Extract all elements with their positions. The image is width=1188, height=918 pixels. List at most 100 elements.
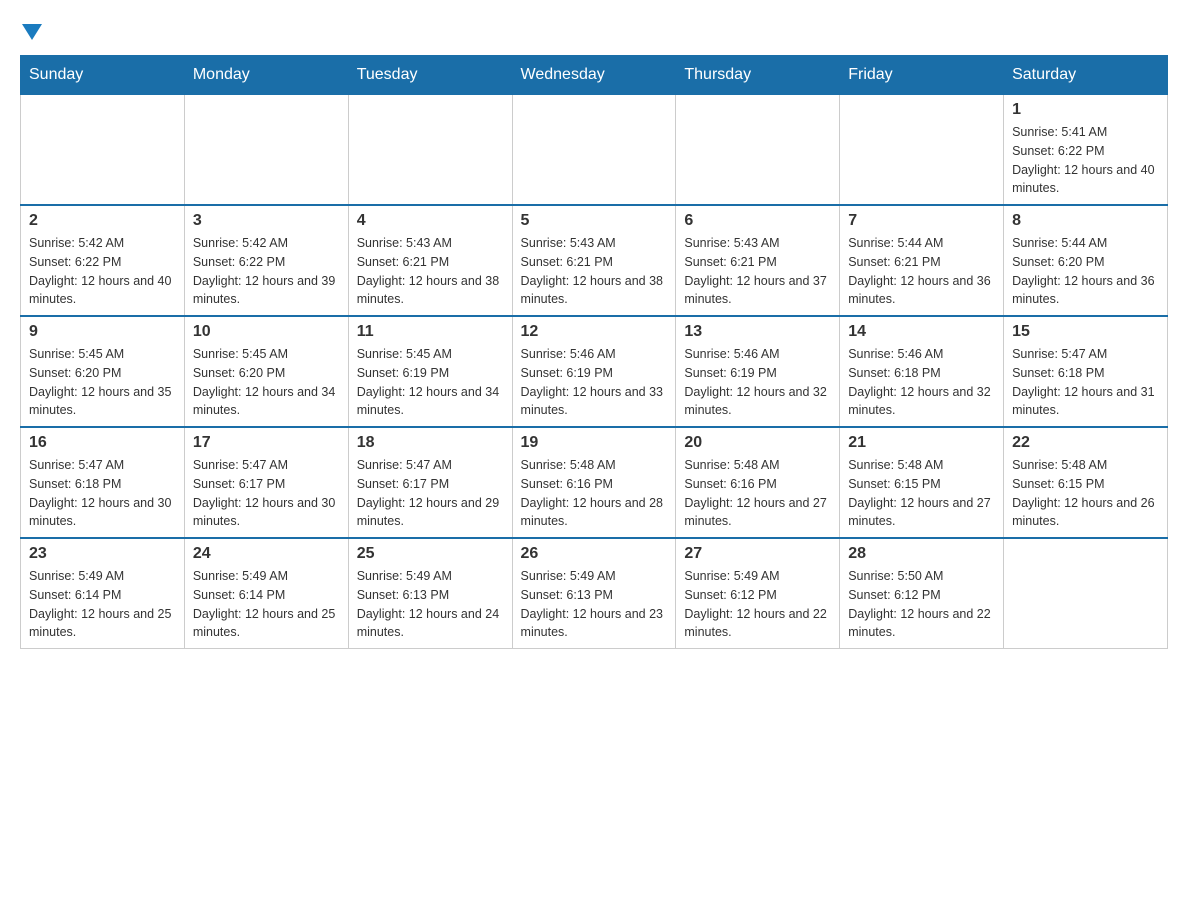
day-info: Sunrise: 5:45 AMSunset: 6:20 PMDaylight:… (193, 345, 340, 420)
day-number: 23 (29, 545, 176, 563)
day-info: Sunrise: 5:47 AMSunset: 6:17 PMDaylight:… (193, 456, 340, 531)
calendar-cell: 10 Sunrise: 5:45 AMSunset: 6:20 PMDayligh… (184, 316, 348, 427)
calendar-cell: 8 Sunrise: 5:44 AMSunset: 6:20 PMDaylight… (1004, 205, 1168, 316)
calendar-cell (676, 95, 840, 206)
day-number: 18 (357, 434, 504, 452)
calendar-cell: 25 Sunrise: 5:49 AMSunset: 6:13 PMDayligh… (348, 538, 512, 649)
day-info: Sunrise: 5:49 AMSunset: 6:13 PMDaylight:… (357, 567, 504, 642)
day-info: Sunrise: 5:49 AMSunset: 6:14 PMDaylight:… (193, 567, 340, 642)
day-number: 1 (1012, 101, 1159, 119)
calendar-cell: 19 Sunrise: 5:48 AMSunset: 6:16 PMDayligh… (512, 427, 676, 538)
day-info: Sunrise: 5:47 AMSunset: 6:18 PMDaylight:… (1012, 345, 1159, 420)
calendar-cell (348, 95, 512, 206)
day-info: Sunrise: 5:47 AMSunset: 6:17 PMDaylight:… (357, 456, 504, 531)
day-number: 24 (193, 545, 340, 563)
weekday-header-tuesday: Tuesday (348, 56, 512, 95)
day-number: 4 (357, 212, 504, 230)
calendar-cell: 27 Sunrise: 5:49 AMSunset: 6:12 PMDayligh… (676, 538, 840, 649)
day-number: 22 (1012, 434, 1159, 452)
calendar-cell: 18 Sunrise: 5:47 AMSunset: 6:17 PMDayligh… (348, 427, 512, 538)
calendar-cell (184, 95, 348, 206)
day-number: 21 (848, 434, 995, 452)
day-number: 11 (357, 323, 504, 341)
day-number: 27 (684, 545, 831, 563)
day-info: Sunrise: 5:48 AMSunset: 6:15 PMDaylight:… (1012, 456, 1159, 531)
day-number: 2 (29, 212, 176, 230)
calendar-cell (1004, 538, 1168, 649)
day-info: Sunrise: 5:49 AMSunset: 6:13 PMDaylight:… (521, 567, 668, 642)
calendar-cell: 3 Sunrise: 5:42 AMSunset: 6:22 PMDaylight… (184, 205, 348, 316)
calendar-cell: 15 Sunrise: 5:47 AMSunset: 6:18 PMDayligh… (1004, 316, 1168, 427)
day-info: Sunrise: 5:46 AMSunset: 6:19 PMDaylight:… (521, 345, 668, 420)
calendar-table: SundayMondayTuesdayWednesdayThursdayFrid… (20, 55, 1168, 649)
calendar-week-row: 1Sunrise: 5:41 AMSunset: 6:22 PMDaylight… (21, 95, 1168, 206)
day-number: 19 (521, 434, 668, 452)
calendar-cell (21, 95, 185, 206)
page-header (20, 20, 1168, 45)
day-number: 14 (848, 323, 995, 341)
day-number: 17 (193, 434, 340, 452)
day-info: Sunrise: 5:42 AMSunset: 6:22 PMDaylight:… (29, 234, 176, 309)
calendar-cell: 4Sunrise: 5:43 AMSunset: 6:21 PMDaylight… (348, 205, 512, 316)
calendar-cell: 13Sunrise: 5:46 AMSunset: 6:19 PMDayligh… (676, 316, 840, 427)
day-number: 15 (1012, 323, 1159, 341)
calendar-cell: 17 Sunrise: 5:47 AMSunset: 6:17 PMDayligh… (184, 427, 348, 538)
weekday-header-monday: Monday (184, 56, 348, 95)
calendar-cell: 28 Sunrise: 5:50 AMSunset: 6:12 PMDayligh… (840, 538, 1004, 649)
calendar-cell: 16 Sunrise: 5:47 AMSunset: 6:18 PMDayligh… (21, 427, 185, 538)
day-info: Sunrise: 5:43 AMSunset: 6:21 PMDaylight:… (521, 234, 668, 309)
day-info: Sunrise: 5:46 AMSunset: 6:18 PMDaylight:… (848, 345, 995, 420)
day-number: 20 (684, 434, 831, 452)
day-number: 7 (848, 212, 995, 230)
calendar-cell (840, 95, 1004, 206)
calendar-cell: 21 Sunrise: 5:48 AMSunset: 6:15 PMDayligh… (840, 427, 1004, 538)
day-info: Sunrise: 5:47 AMSunset: 6:18 PMDaylight:… (29, 456, 176, 531)
day-info: Sunrise: 5:48 AMSunset: 6:16 PMDaylight:… (521, 456, 668, 531)
calendar-cell: 6 Sunrise: 5:43 AMSunset: 6:21 PMDaylight… (676, 205, 840, 316)
calendar-cell: 26 Sunrise: 5:49 AMSunset: 6:13 PMDayligh… (512, 538, 676, 649)
day-info: Sunrise: 5:45 AMSunset: 6:20 PMDaylight:… (29, 345, 176, 420)
day-info: Sunrise: 5:45 AMSunset: 6:19 PMDaylight:… (357, 345, 504, 420)
day-number: 16 (29, 434, 176, 452)
day-info: Sunrise: 5:48 AMSunset: 6:15 PMDaylight:… (848, 456, 995, 531)
day-number: 6 (684, 212, 831, 230)
day-info: Sunrise: 5:49 AMSunset: 6:14 PMDaylight:… (29, 567, 176, 642)
day-info: Sunrise: 5:48 AMSunset: 6:16 PMDaylight:… (684, 456, 831, 531)
day-number: 13 (684, 323, 831, 341)
calendar-cell: 22 Sunrise: 5:48 AMSunset: 6:15 PMDayligh… (1004, 427, 1168, 538)
day-number: 10 (193, 323, 340, 341)
day-number: 28 (848, 545, 995, 563)
calendar-cell: 1Sunrise: 5:41 AMSunset: 6:22 PMDaylight… (1004, 95, 1168, 206)
day-info: Sunrise: 5:49 AMSunset: 6:12 PMDaylight:… (684, 567, 831, 642)
calendar-week-row: 23 Sunrise: 5:49 AMSunset: 6:14 PMDayligh… (21, 538, 1168, 649)
weekday-header-thursday: Thursday (676, 56, 840, 95)
calendar-cell: 5 Sunrise: 5:43 AMSunset: 6:21 PMDaylight… (512, 205, 676, 316)
calendar-cell (512, 95, 676, 206)
calendar-cell: 12 Sunrise: 5:46 AMSunset: 6:19 PMDayligh… (512, 316, 676, 427)
day-info: Sunrise: 5:42 AMSunset: 6:22 PMDaylight:… (193, 234, 340, 309)
day-number: 25 (357, 545, 504, 563)
day-number: 12 (521, 323, 668, 341)
calendar-cell: 20 Sunrise: 5:48 AMSunset: 6:16 PMDayligh… (676, 427, 840, 538)
calendar-cell: 2 Sunrise: 5:42 AMSunset: 6:22 PMDaylight… (21, 205, 185, 316)
day-number: 3 (193, 212, 340, 230)
day-info: Sunrise: 5:44 AMSunset: 6:21 PMDaylight:… (848, 234, 995, 309)
day-number: 5 (521, 212, 668, 230)
calendar-week-row: 16 Sunrise: 5:47 AMSunset: 6:18 PMDayligh… (21, 427, 1168, 538)
calendar-header-row: SundayMondayTuesdayWednesdayThursdayFrid… (21, 56, 1168, 95)
day-info: Sunrise: 5:50 AMSunset: 6:12 PMDaylight:… (848, 567, 995, 642)
calendar-cell: 23 Sunrise: 5:49 AMSunset: 6:14 PMDayligh… (21, 538, 185, 649)
day-info: Sunrise: 5:44 AMSunset: 6:20 PMDaylight:… (1012, 234, 1159, 309)
calendar-cell: 9 Sunrise: 5:45 AMSunset: 6:20 PMDaylight… (21, 316, 185, 427)
weekday-header-wednesday: Wednesday (512, 56, 676, 95)
calendar-week-row: 9 Sunrise: 5:45 AMSunset: 6:20 PMDaylight… (21, 316, 1168, 427)
day-info: Sunrise: 5:43 AMSunset: 6:21 PMDaylight:… (684, 234, 831, 309)
weekday-header-sunday: Sunday (21, 56, 185, 95)
calendar-cell: 24 Sunrise: 5:49 AMSunset: 6:14 PMDayligh… (184, 538, 348, 649)
day-number: 8 (1012, 212, 1159, 230)
day-number: 26 (521, 545, 668, 563)
weekday-header-friday: Friday (840, 56, 1004, 95)
calendar-week-row: 2 Sunrise: 5:42 AMSunset: 6:22 PMDaylight… (21, 205, 1168, 316)
day-number: 9 (29, 323, 176, 341)
logo-arrow-icon (22, 24, 42, 40)
